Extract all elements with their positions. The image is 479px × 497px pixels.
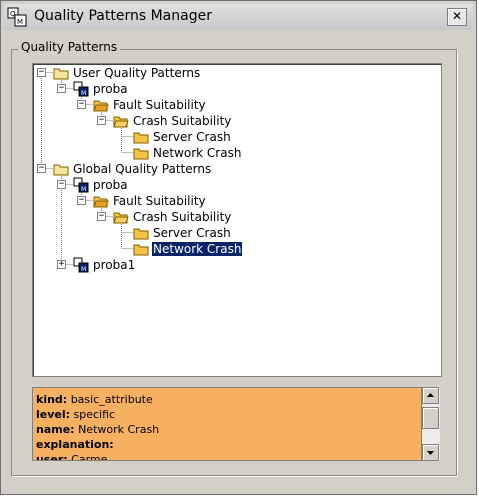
- tree-node-label: proba1: [93, 258, 136, 272]
- tree-node-label: proba: [93, 82, 128, 96]
- tree-node-label: Network Crash: [153, 146, 242, 160]
- app-icon: Q M: [7, 7, 27, 27]
- folder-open-icon: [93, 196, 109, 208]
- collapse-toggle-user-root[interactable]: −: [37, 68, 46, 77]
- collapse-toggle-global-root[interactable]: −: [37, 164, 46, 173]
- tree-node-global-fault[interactable]: Fault Suitability: [93, 193, 207, 209]
- pattern-icon: M: [73, 257, 89, 273]
- folder-open-icon: [113, 116, 129, 128]
- collapse-toggle-user-proba[interactable]: −: [57, 84, 66, 93]
- folder-icon: [133, 132, 149, 144]
- folder-open-icon: [93, 100, 109, 112]
- close-button[interactable]: ✕: [447, 8, 467, 26]
- tree-node-user-root[interactable]: User Quality Patterns: [53, 65, 201, 81]
- tree-node-global-crash[interactable]: Crash Suitability: [113, 209, 232, 225]
- tree-node-global-network[interactable]: Network Crash: [133, 241, 244, 257]
- details-panel[interactable]: kind: basic_attribute level: specific na…: [32, 387, 422, 461]
- tree-node-global-proba1[interactable]: M proba1: [73, 257, 136, 273]
- detail-row-user: user: Carme: [36, 453, 108, 461]
- tree-node-global-server[interactable]: Server Crash: [133, 225, 232, 241]
- arrow-down-icon: [427, 451, 434, 455]
- patterns-tree[interactable]: − − − − − − − − + User Quality Patterns …: [32, 63, 442, 377]
- details-scrollbar[interactable]: [422, 387, 440, 461]
- title-bar[interactable]: Q M Quality Patterns Manager ✕: [4, 4, 473, 30]
- tree-node-label-selected: Network Crash: [150, 241, 244, 257]
- tree-node-label: Fault Suitability: [113, 98, 206, 112]
- tree-node-user-proba[interactable]: M proba: [73, 81, 129, 97]
- folder-icon: [133, 244, 149, 256]
- folder-icon: [133, 148, 149, 160]
- svg-text:M: M: [81, 266, 86, 273]
- expand-toggle-global-proba1[interactable]: +: [57, 260, 66, 269]
- tree-node-global-root[interactable]: Global Quality Patterns: [53, 161, 212, 177]
- collapse-toggle-user-crash[interactable]: −: [97, 116, 106, 125]
- collapse-toggle-user-fault[interactable]: −: [77, 100, 86, 109]
- svg-text:M: M: [17, 18, 23, 26]
- folder-icon: [133, 228, 149, 240]
- tree-node-label: Fault Suitability: [113, 194, 206, 208]
- group-label: Quality Patterns: [18, 40, 121, 54]
- pattern-icon: M: [73, 177, 89, 193]
- tree-node-label: proba: [93, 178, 128, 192]
- tree-node-user-server[interactable]: Server Crash: [133, 129, 232, 145]
- scroll-down-button[interactable]: [422, 444, 439, 461]
- detail-row-kind: kind: basic_attribute: [36, 393, 153, 406]
- detail-row-name: name: Network Crash: [36, 423, 160, 436]
- scroll-thumb[interactable]: [422, 407, 439, 429]
- tree-node-label: Crash Suitability: [133, 210, 232, 224]
- folder-open-icon: [113, 212, 129, 224]
- tree-node-user-fault[interactable]: Fault Suitability: [93, 97, 207, 113]
- collapse-toggle-global-proba[interactable]: −: [57, 180, 66, 189]
- pattern-icon: M: [73, 81, 89, 97]
- arrow-up-icon: [427, 393, 434, 397]
- collapse-toggle-global-fault[interactable]: −: [77, 196, 86, 205]
- svg-text:M: M: [81, 90, 86, 97]
- tree-node-user-network[interactable]: Network Crash: [133, 145, 242, 161]
- tree-node-label: Server Crash: [153, 130, 231, 144]
- detail-row-level: level: specific: [36, 408, 116, 421]
- tree-node-label: Crash Suitability: [133, 114, 232, 128]
- tree-node-label: Global Quality Patterns: [73, 162, 212, 176]
- tree-node-user-crash[interactable]: Crash Suitability: [113, 113, 232, 129]
- close-icon: ✕: [451, 9, 463, 23]
- collapse-toggle-global-crash[interactable]: −: [97, 212, 106, 221]
- window-title: Quality Patterns Manager: [34, 8, 212, 24]
- scroll-up-button[interactable]: [422, 387, 439, 404]
- svg-text:M: M: [81, 186, 86, 193]
- detail-row-explanation: explanation:: [36, 438, 114, 451]
- tree-node-global-proba[interactable]: M proba: [73, 177, 129, 193]
- folder-icon: [53, 68, 69, 80]
- tree-node-label: User Quality Patterns: [73, 66, 201, 80]
- tree-node-label: Server Crash: [153, 226, 231, 240]
- folder-icon: [53, 164, 69, 176]
